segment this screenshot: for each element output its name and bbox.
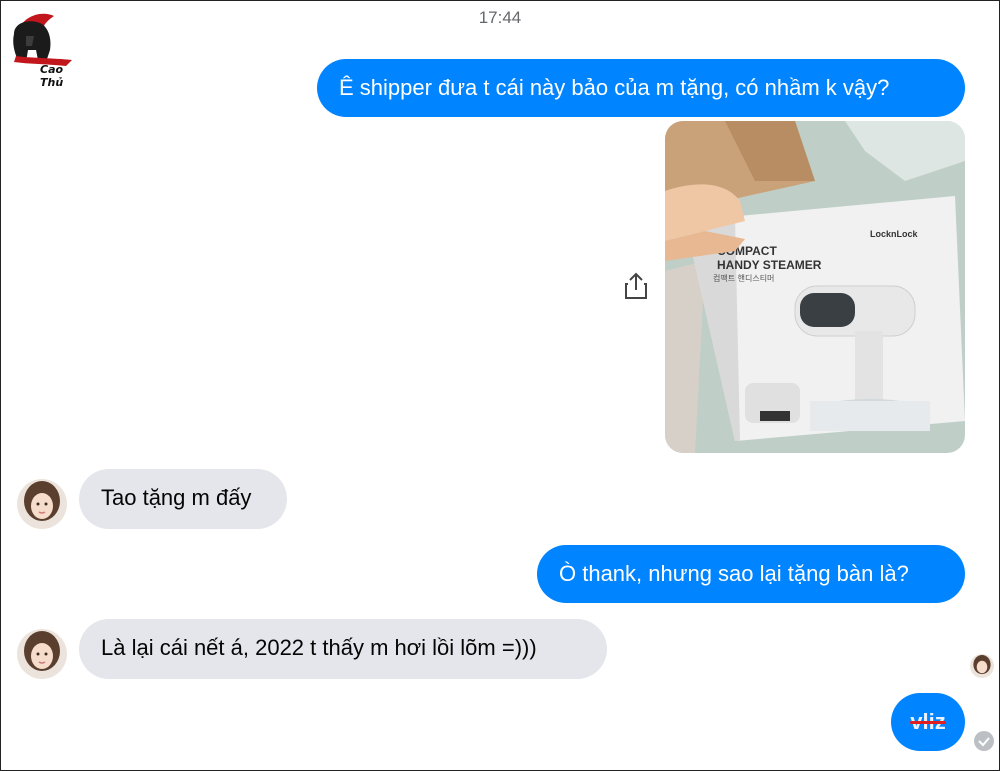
box-brand: LocknLock: [870, 229, 919, 239]
logo: Cao Thủ: [8, 10, 80, 89]
check-circle-icon: [973, 730, 995, 752]
message-bubble-outgoing[interactable]: Ò thank, nhưng sao lại tặng bàn là?: [537, 545, 965, 603]
box-text-korean: 컴팩트 핸디스티머: [713, 273, 774, 283]
message-bubble-outgoing[interactable]: vliz: [891, 693, 965, 751]
share-icon[interactable]: [622, 270, 650, 302]
box-text-line2: HANDY STEAMER: [717, 258, 822, 272]
message-bubble-incoming[interactable]: Là lại cái nết á, 2022 t thấy m hơi lồi …: [79, 619, 607, 679]
shared-photo[interactable]: COMPACT HANDY STEAMER 컴팩트 핸디스티머 LocknLoc…: [665, 121, 965, 453]
seen-avatar-icon: [970, 654, 994, 678]
strikethrough-text: vliz: [910, 709, 946, 734]
timestamp: 17:44: [478, 8, 522, 27]
contact-avatar[interactable]: [17, 629, 67, 679]
logo-text: Cao Thủ: [40, 63, 64, 89]
contact-avatar[interactable]: [17, 479, 67, 529]
message-bubble-incoming[interactable]: Tao tặng m đấy: [79, 469, 287, 529]
message-bubble-outgoing[interactable]: Ê shipper đưa t cái này bảo của m tặng, …: [317, 59, 965, 117]
